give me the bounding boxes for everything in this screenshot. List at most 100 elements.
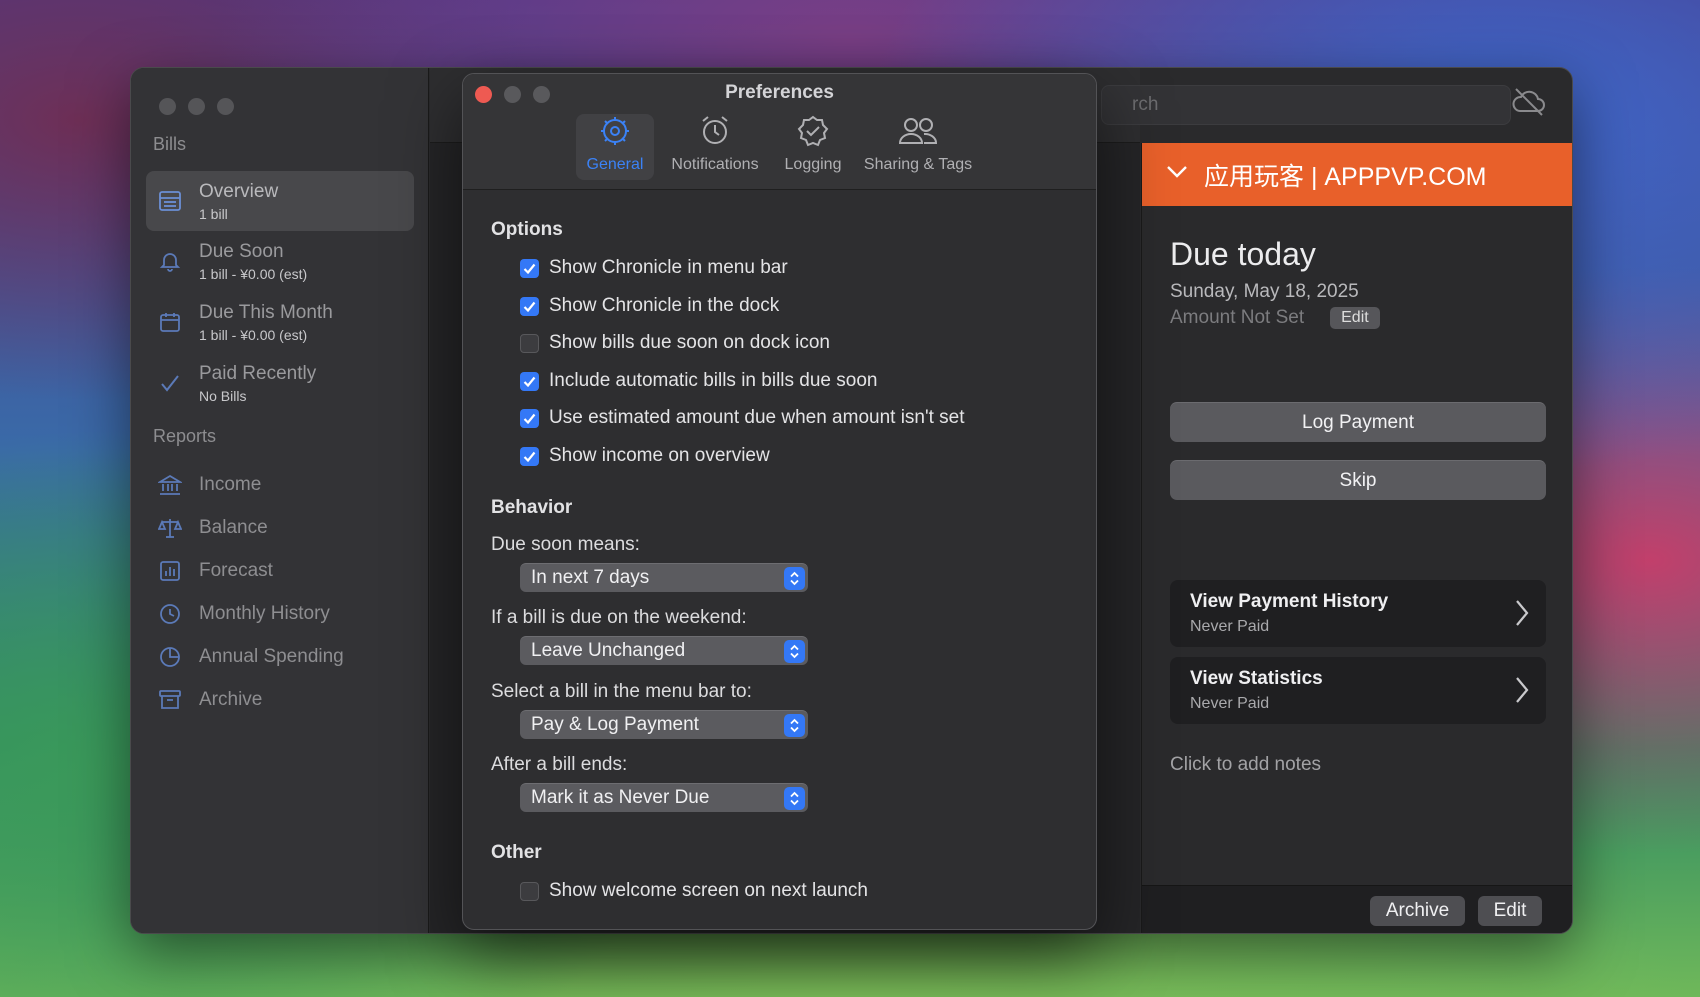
bills-section-title: Bills [153, 134, 187, 154]
sidebar-item-label: Due Soon [199, 240, 284, 262]
detail-bottom-bar: Archive Edit [1142, 885, 1572, 933]
sidebar-item-label: Overview [199, 180, 279, 202]
sidebar-item-overview[interactable]: Overview 1 bill [146, 171, 414, 231]
card-title: View Statistics [1190, 668, 1323, 689]
weekend-select[interactable]: Leave Unchanged [520, 636, 808, 665]
checkbox[interactable] [520, 258, 539, 278]
checkbox[interactable] [520, 296, 539, 316]
notes-field[interactable]: Click to add notes [1170, 754, 1321, 776]
tab-label: Sharing & Tags [863, 156, 973, 173]
window-controls [159, 98, 234, 115]
sidebar-item-sub: 1 bill - ¥0.00 (est) [199, 326, 308, 343]
scale-icon [156, 514, 184, 542]
search-input[interactable]: rch [1101, 85, 1511, 125]
bar-chart-icon [156, 557, 184, 585]
zoom-button[interactable] [217, 98, 234, 115]
archive-button[interactable]: Archive [1370, 896, 1465, 926]
gear-icon [599, 115, 631, 152]
tab-label: General [586, 156, 644, 173]
checkbox-label: Show Chronicle in menu bar [549, 257, 788, 278]
chevron-up-down-icon [784, 786, 805, 810]
card-subtitle: Never Paid [1190, 618, 1270, 635]
sidebar-item-due-soon[interactable]: Due Soon 1 bill - ¥0.00 (est) [146, 231, 414, 291]
chevron-right-icon [1514, 675, 1530, 710]
tab-general[interactable]: General [576, 114, 654, 180]
sidebar-item-forecast[interactable]: Forecast [146, 553, 414, 589]
checkmark-seal-icon [797, 115, 829, 152]
card-subtitle: Never Paid [1190, 695, 1270, 712]
sidebar-item-due-this-month[interactable]: Due This Month 1 bill - ¥0.00 (est) [146, 292, 414, 352]
chevron-up-down-icon [784, 713, 805, 737]
tab-logging[interactable]: Logging [776, 114, 850, 180]
amount-row: Amount Not Set Edit [1170, 307, 1380, 329]
close-button[interactable] [159, 98, 176, 115]
tab-notifications[interactable]: Notifications [660, 114, 770, 180]
people-icon [898, 115, 938, 152]
options-header: Options [491, 219, 563, 240]
sidebar-item-archive[interactable]: Archive [146, 682, 414, 718]
list-icon [156, 187, 184, 215]
sidebar-item-sub: No Bills [199, 387, 247, 404]
due-soon-label: Due soon means: [491, 534, 640, 555]
bill-ends-select[interactable]: Mark it as Never Due [520, 783, 808, 812]
sidebar-item-income[interactable]: Income [146, 467, 414, 503]
bill-banner[interactable]: 应用玩客 | APPPVP.COM [1142, 143, 1572, 206]
chevron-right-icon [1514, 598, 1530, 633]
chevron-down-icon[interactable] [1166, 165, 1188, 184]
sidebar-item-sub: 1 bill - ¥0.00 (est) [199, 265, 308, 282]
calendar-icon [156, 308, 184, 336]
checkbox-label: Use estimated amount due when amount isn… [549, 407, 965, 428]
due-soon-select[interactable]: In next 7 days [520, 563, 808, 592]
sidebar-item-monthly-history[interactable]: Monthly History [146, 596, 414, 632]
option-use-estimated-amount[interactable]: Use estimated amount due when amount isn… [520, 407, 965, 429]
amount-value: Amount Not Set [1170, 307, 1305, 328]
checkbox[interactable] [520, 333, 539, 353]
option-bills-due-on-dock-icon[interactable]: Show bills due soon on dock icon [520, 332, 830, 354]
chevron-up-down-icon [784, 639, 805, 663]
select-value: Leave Unchanged [531, 640, 686, 661]
checkbox-label: Show welcome screen on next launch [549, 880, 868, 901]
tab-sharing-tags[interactable]: Sharing & Tags [856, 114, 980, 180]
option-show-in-dock[interactable]: Show Chronicle in the dock [520, 295, 779, 317]
skip-button[interactable]: Skip [1170, 460, 1546, 500]
bill-detail-pane: 应用玩客 | APPPVP.COM Due today Sunday, May … [1141, 143, 1572, 933]
sidebar-item-balance[interactable]: Balance [146, 510, 414, 546]
option-show-in-menu-bar[interactable]: Show Chronicle in menu bar [520, 257, 788, 279]
checkbox[interactable] [520, 446, 539, 466]
behavior-header: Behavior [491, 497, 573, 518]
checkbox[interactable] [520, 881, 539, 901]
sidebar-item-annual-spending[interactable]: Annual Spending [146, 639, 414, 675]
checkbox[interactable] [520, 371, 539, 391]
tab-label: Logging [784, 156, 842, 173]
minimize-button[interactable] [188, 98, 205, 115]
option-show-welcome-screen[interactable]: Show welcome screen on next launch [520, 880, 868, 902]
sidebar: Bills Overview 1 bill Due Soon 1 bill - … [131, 68, 429, 933]
view-payment-history-card[interactable]: View Payment History Never Paid [1170, 580, 1546, 647]
sidebar-item-label: Monthly History [199, 603, 330, 624]
option-include-automatic-bills[interactable]: Include automatic bills in bills due soo… [520, 370, 877, 392]
preferences-title: Preferences [725, 82, 834, 103]
alarm-clock-icon [699, 115, 731, 152]
due-date: Sunday, May 18, 2025 [1170, 281, 1359, 302]
archive-box-icon [156, 686, 184, 714]
cloud-off-icon[interactable] [1511, 86, 1551, 122]
preferences-window: Preferences General Notifications Loggin… [462, 73, 1097, 930]
card-title: View Payment History [1190, 591, 1389, 612]
checkbox-label: Show bills due soon on dock icon [549, 332, 830, 353]
other-header: Other [491, 842, 542, 863]
menu-bar-action-select[interactable]: Pay & Log Payment [520, 710, 808, 739]
select-value: Mark it as Never Due [531, 787, 710, 808]
sidebar-item-sub: 1 bill [199, 205, 228, 222]
edit-amount-button[interactable]: Edit [1330, 307, 1380, 329]
option-show-income[interactable]: Show income on overview [520, 445, 770, 467]
bank-icon [156, 471, 184, 499]
weekend-label: If a bill is due on the weekend: [491, 607, 747, 628]
sidebar-item-label: Annual Spending [199, 646, 344, 667]
select-value: Pay & Log Payment [531, 714, 699, 735]
sidebar-item-paid-recently[interactable]: Paid Recently No Bills [146, 353, 414, 413]
checkbox[interactable] [520, 408, 539, 428]
edit-bill-button[interactable]: Edit [1478, 896, 1542, 926]
view-statistics-card[interactable]: View Statistics Never Paid [1170, 657, 1546, 724]
log-payment-button[interactable]: Log Payment [1170, 402, 1546, 442]
select-value: In next 7 days [531, 567, 650, 588]
